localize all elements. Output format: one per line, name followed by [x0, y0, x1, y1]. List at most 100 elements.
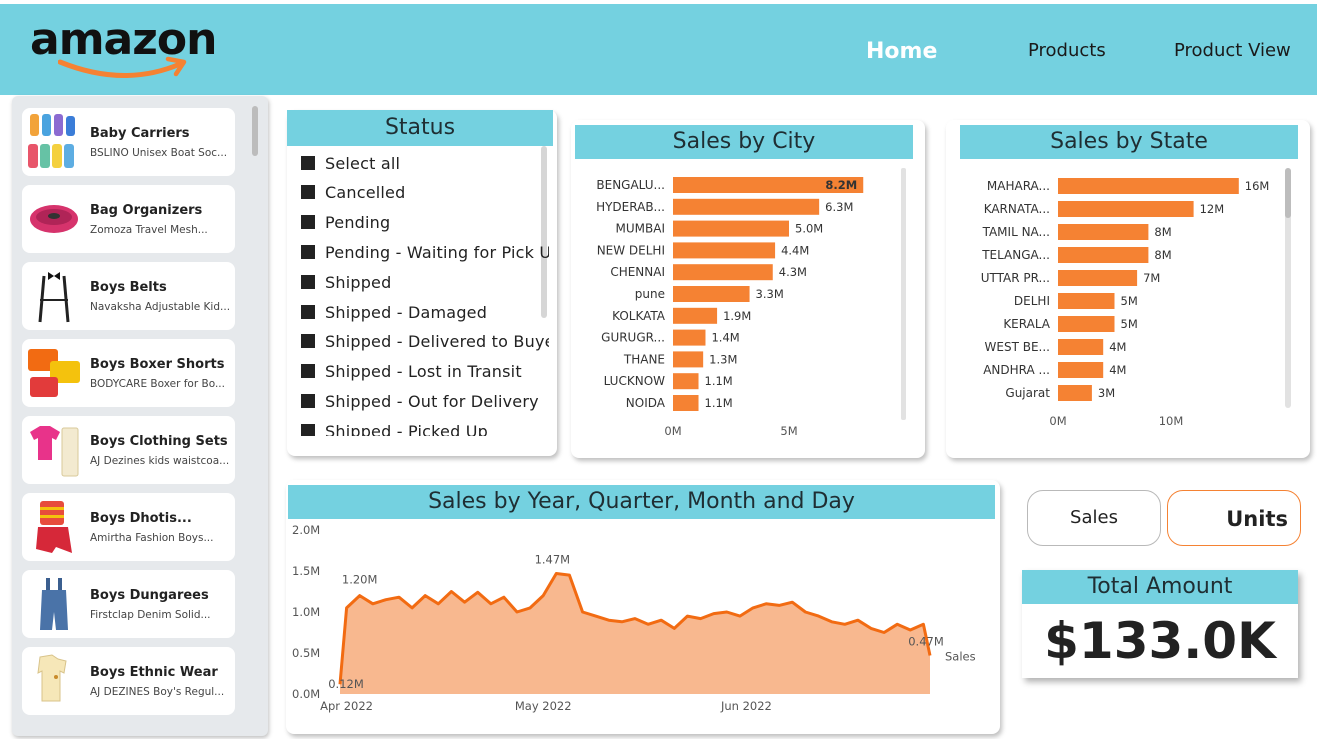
data-label: 1.47M [535, 552, 571, 566]
bar [673, 329, 706, 346]
suspenders-thumbnail-icon [38, 272, 70, 323]
x-axis-tick-label: Jun 2022 [720, 699, 772, 713]
bar [1058, 201, 1194, 217]
bar [673, 198, 820, 215]
status-slicer: Status Select all Cancelled Pending Pend… [287, 110, 557, 456]
status-option[interactable]: Shipped - Lost in Transit [301, 362, 522, 381]
sidebar-item-subtitle: Navaksha Adjustable Kid... [90, 301, 231, 313]
boxer-shorts-thumbnail-icon [28, 349, 80, 397]
status-option[interactable]: Shipped - Delivered to Buyer [301, 332, 549, 351]
nav-products[interactable]: Products [1028, 40, 1106, 61]
status-title: Status [287, 110, 553, 146]
bar-value-label: 16M [1245, 179, 1270, 193]
socks-thumbnail-icon [28, 114, 75, 168]
checkbox-icon [301, 364, 315, 378]
sidebar-item-subtitle: AJ DEZINES Boy's Regul... [90, 686, 225, 698]
status-option[interactable]: Pending [301, 213, 390, 232]
y-axis-tick-label: 1.5M [292, 564, 320, 578]
sales-by-city-panel: Sales by City BENGALU... 8.2M HYDERAB... 6.… [571, 120, 925, 458]
sidebar-item[interactable]: Boys Clothing Sets AJ Dezines kids waist… [22, 416, 235, 484]
sales-toggle-button[interactable]: Sales [1027, 490, 1161, 546]
status-list: Select all Cancelled Pending Pending - W… [287, 150, 549, 436]
bar-value-label: 1.3M [709, 352, 737, 366]
bar-value-label: 1.1M [705, 374, 733, 388]
bar-category-label: DELHI [1014, 294, 1050, 308]
ethnic-wear-thumbnail-icon [37, 654, 67, 702]
y-axis-tick-label: 1.0M [292, 605, 320, 619]
checkbox-icon [301, 185, 315, 199]
checkbox-icon [301, 424, 315, 436]
checkbox-icon [301, 275, 315, 289]
sales-by-city-title: Sales by City [575, 125, 913, 159]
sidebar-item-subtitle: Amirtha Fashion Boys... [90, 532, 214, 544]
sales-by-state-panel: Sales by State MAHARA... 16M KARNATA... 12M… [946, 120, 1310, 458]
bar-value-label: 8.2M [825, 178, 857, 192]
status-option-select-all[interactable]: Select all [301, 154, 400, 173]
bar-category-label: NOIDA [626, 396, 666, 410]
bar [673, 242, 776, 259]
y-axis-tick-label: 2.0M [292, 523, 320, 537]
bar-value-label: 5M [1121, 294, 1138, 308]
bar-category-label: BENGALU... [596, 178, 665, 192]
dhoti-thumbnail-icon [36, 501, 72, 553]
checkbox-icon [301, 215, 315, 229]
checkbox-icon [301, 156, 315, 170]
checkbox-icon [301, 305, 315, 319]
units-toggle-button[interactable]: Units [1167, 490, 1301, 546]
sidebar-item[interactable]: Boys Dungarees Firstclap Denim Solid... [22, 570, 235, 638]
sidebar-item[interactable]: Boys Ethnic Wear AJ DEZINES Boy's Regul.… [22, 647, 235, 715]
status-option[interactable]: Shipped - Picked Up [301, 422, 488, 436]
sidebar-item-subtitle: AJ Dezines kids waistcoa... [90, 455, 230, 467]
sales-over-time-panel: Sales by Year, Quarter, Month and Day 2.… [286, 480, 1000, 734]
state-bar-chart: MAHARA... 16M KARNATA... 12M TAMIL NA... 8M TE… [981, 178, 1270, 428]
bar [1058, 362, 1104, 378]
sidebar-item-title: Boys Belts [90, 280, 167, 295]
sidebar-item-title: Boys Clothing Sets [90, 434, 228, 449]
bar-category-label: KOLKATA [612, 309, 666, 323]
status-option[interactable]: Shipped [301, 273, 391, 292]
bar-value-label: 8M [1154, 248, 1171, 262]
status-option[interactable]: Shipped - Damaged [301, 303, 487, 322]
status-option[interactable]: Pending - Waiting for Pick Up [301, 243, 549, 262]
bar-category-label: ANDHRA ... [983, 363, 1050, 377]
bar-category-label: pune [635, 287, 665, 301]
bar-value-label: 1.9M [723, 309, 751, 323]
total-amount-value: $133.0K [1044, 612, 1276, 670]
bar-value-label: 4M [1109, 340, 1126, 354]
status-option[interactable]: Shipped - Out for Delivery [301, 392, 539, 411]
bar-value-label: 5.0M [795, 222, 823, 236]
y-axis-tick-label: 0.0M [292, 687, 320, 701]
sales-over-time-title: Sales by Year, Quarter, Month and Day [288, 485, 995, 519]
axis-tick-label: 10M [1159, 414, 1184, 428]
amazon-logo: amazon [30, 14, 230, 89]
sidebar-item[interactable]: Boys Boxer Shorts BODYCARE Boxer for Bo.… [22, 339, 235, 407]
sidebar-item-subtitle: Firstclap Denim Solid... [90, 609, 211, 621]
bar [1058, 224, 1149, 240]
total-amount-card: Total Amount $133.0K [1022, 570, 1298, 678]
sidebar-item[interactable]: Boys Dhotis... Amirtha Fashion Boys... [22, 493, 235, 561]
series-label: Sales [945, 649, 976, 663]
nav-home[interactable]: Home [866, 39, 937, 64]
bar-category-label: UTTAR PR... [981, 271, 1050, 285]
bar-category-label: MUMBAI [616, 222, 665, 236]
sales-area-fill [340, 573, 930, 694]
x-axis-tick-label: Apr 2022 [320, 699, 373, 713]
axis-tick-label: 5M [780, 424, 797, 438]
status-option[interactable]: Cancelled [301, 183, 405, 202]
sidebar-item-subtitle: Zomoza Travel Mesh... [90, 224, 208, 236]
nav-product-view[interactable]: Product View [1174, 40, 1291, 61]
sidebar-item[interactable]: Baby Carriers BSLINO Unisex Boat Soc... [22, 108, 235, 176]
bar-value-label: 1.1M [705, 396, 733, 410]
sidebar-item[interactable]: Boys Belts Navaksha Adjustable Kid... [22, 262, 235, 330]
bar-category-label: GURUGR... [601, 331, 665, 345]
sidebar-item[interactable]: Bag Organizers Zomoza Travel Mesh... [22, 185, 235, 253]
data-label: 0.12M [328, 677, 364, 691]
bar-value-label: 4.3M [779, 265, 807, 279]
sidebar-scrollbar[interactable] [252, 106, 258, 156]
bar-value-label: 1.4M [711, 331, 739, 345]
bar [673, 264, 773, 281]
bar-category-label: THANE [623, 352, 665, 366]
city-bar-chart: BENGALU... 8.2M HYDERAB... 6.3M MUMBAI 5.0M NE… [596, 177, 864, 438]
bar [1058, 178, 1239, 194]
bar [673, 373, 699, 390]
